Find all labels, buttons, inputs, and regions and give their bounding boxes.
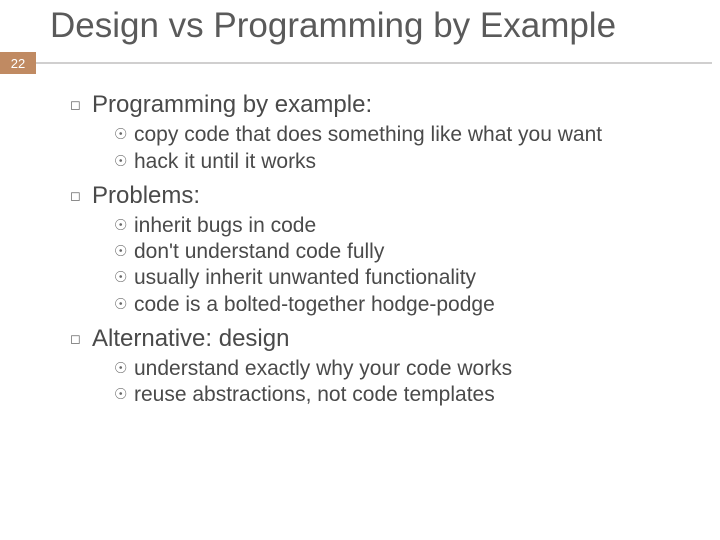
dot-bullet-icon: ☉ [114,356,134,382]
list-item: ☉ code is a bolted-together hodge-podge [114,292,700,318]
list-item: ☉ inherit bugs in code [114,213,700,239]
square-bullet-icon: ◻ [70,90,92,120]
list-item-text: reuse abstractions, not code templates [134,382,495,408]
section-items: ☉ understand exactly why your code works… [70,356,700,409]
divider-line [36,62,712,64]
dot-bullet-icon: ☉ [114,149,134,175]
list-item-text: don't understand code fully [134,239,384,265]
dot-bullet-icon: ☉ [114,382,134,408]
section-items: ☉ inherit bugs in code ☉ don't understan… [70,213,700,318]
slide-title: Design vs Programming by Example [50,6,720,46]
list-item: ☉ understand exactly why your code works [114,356,700,382]
list-item-text: inherit bugs in code [134,213,316,239]
list-item-text: code is a bolted-together hodge-podge [134,292,495,318]
section-heading: Alternative: design [92,324,289,354]
dot-bullet-icon: ☉ [114,213,134,239]
list-item-text: hack it until it works [134,149,316,175]
dot-bullet-icon: ☉ [114,122,134,148]
list-item-text: usually inherit unwanted functionality [134,265,476,291]
dot-bullet-icon: ☉ [114,292,134,318]
slide-number: 22 [11,56,25,71]
square-bullet-icon: ◻ [70,181,92,211]
section-heading-row: ◻ Alternative: design [70,324,700,354]
dot-bullet-icon: ☉ [114,265,134,291]
dot-bullet-icon: ☉ [114,239,134,265]
list-item: ☉ copy code that does something like wha… [114,122,700,148]
list-item: ☉ hack it until it works [114,149,700,175]
section-heading-row: ◻ Programming by example: [70,90,700,120]
square-bullet-icon: ◻ [70,324,92,354]
slide-number-badge: 22 [0,52,36,74]
list-item: ☉ don't understand code fully [114,239,700,265]
section-heading: Programming by example: [92,90,372,120]
list-item: ☉ usually inherit unwanted functionality [114,265,700,291]
list-item-text: understand exactly why your code works [134,356,512,382]
title-area: Design vs Programming by Example [0,0,720,46]
section-heading-row: ◻ Problems: [70,181,700,211]
section-items: ☉ copy code that does something like wha… [70,122,700,175]
list-item: ☉ reuse abstractions, not code templates [114,382,700,408]
slide-content: ◻ Programming by example: ☉ copy code th… [0,74,720,408]
badge-row: 22 [0,52,720,74]
list-item-text: copy code that does something like what … [134,122,602,148]
section-heading: Problems: [92,181,200,211]
